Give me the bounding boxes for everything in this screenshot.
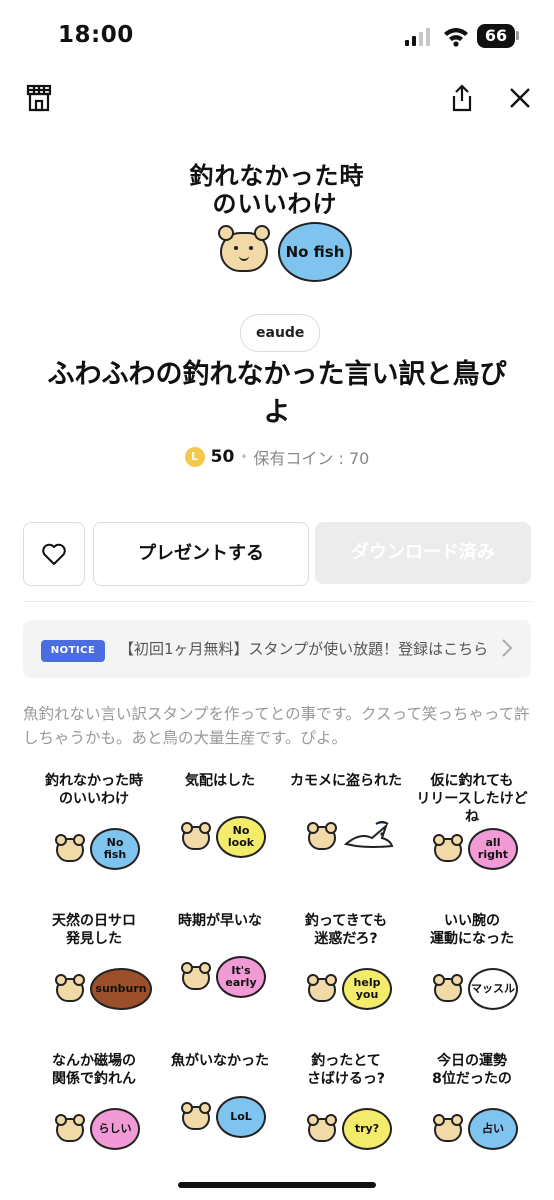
speech-bubble: sunburn: [90, 968, 152, 1010]
hero-bubble-text: No fish: [285, 242, 345, 261]
bear-icon: [181, 822, 211, 850]
divider: [23, 601, 531, 602]
shop-icon[interactable]: [21, 80, 57, 116]
speech-bubble: all right: [468, 828, 518, 870]
owned-coins: 保有コイン : 70: [253, 449, 370, 468]
sticker-item[interactable]: カモメに盗られた: [284, 770, 408, 890]
battery-nub: [516, 31, 519, 40]
notice-text: 【初回1ヶ月無料】スタンプが使い放題！登録はこちら: [119, 640, 489, 658]
notice-banner[interactable]: NOTICE 【初回1ヶ月無料】スタンプが使い放題！登録はこちら: [23, 620, 531, 678]
speech-bubble: try?: [342, 1108, 392, 1150]
hero-line2: のいいわけ: [212, 190, 338, 218]
speech-bubble: LoL: [216, 1096, 266, 1138]
favorite-button[interactable]: [23, 522, 85, 586]
cellular-signal-icon: [405, 28, 433, 50]
sticker-caption: なんか磁場の 関係で釣れん: [52, 1053, 136, 1087]
downloaded-button: ダウンロード済み: [315, 522, 531, 584]
sticker-caption: カモメに盗られた: [290, 773, 402, 789]
chevron-right-icon: [501, 638, 513, 662]
sticker-caption: いい腕の 運動になった: [430, 913, 514, 947]
speech-bubble: help you: [342, 968, 392, 1010]
sticker-caption: 釣ってきても 迷惑だろ?: [304, 913, 388, 947]
sticker-caption: 今日の運勢 8位だったの: [432, 1053, 512, 1087]
sticker-item[interactable]: 釣ったとて さばけるっ? try?: [284, 1050, 408, 1170]
main-sticker-image[interactable]: 釣れなかった時 のいいわけ No fish: [180, 148, 374, 288]
bear-icon: [55, 1114, 85, 1142]
hero-speech-bubble: No fish: [278, 222, 352, 282]
sticker-caption: 時期が早いな: [178, 913, 262, 929]
bear-icon: [181, 1102, 211, 1130]
bear-icon: [307, 1114, 337, 1142]
package-description: 魚釣れない言い訳スタンプを作ってとの事です。クスって笑っちゃって許しちゃうかも。…: [23, 705, 530, 747]
sticker-caption: 魚がいなかった: [171, 1053, 269, 1069]
speech-bubble: 占い: [468, 1108, 518, 1150]
bear-icon: [307, 822, 337, 850]
share-icon[interactable]: [444, 80, 480, 116]
package-title: ふわふわの釣れなかった言い訳と鳥ぴよ: [47, 359, 507, 428]
sticker-item[interactable]: 天然の日サロ 発見した sunburn: [32, 910, 156, 1030]
sticker-caption: 釣ったとて さばけるっ?: [306, 1053, 386, 1087]
home-indicator: [178, 1182, 376, 1188]
speech-bubble: No look: [216, 816, 266, 858]
speech-bubble: No fish: [90, 828, 140, 870]
sticker-item[interactable]: 釣ってきても 迷惑だろ? help you: [284, 910, 408, 1030]
sticker-item[interactable]: 釣れなかった時 のいいわけ No fish: [32, 770, 156, 890]
heart-icon: [42, 543, 66, 565]
sticker-item[interactable]: 気配はした No look: [158, 770, 282, 890]
sticker-caption: 気配はした: [185, 773, 255, 789]
battery-icon: 66: [477, 24, 515, 48]
sticker-item[interactable]: 時期が早いな It's early: [158, 910, 282, 1030]
bear-icon: [181, 962, 211, 990]
bear-icon: [307, 974, 337, 1002]
line-coin-icon: L: [184, 447, 205, 467]
bear-icon: [55, 974, 85, 1002]
wifi-icon: [443, 25, 469, 51]
sticker-item[interactable]: 魚がいなかった LoL: [158, 1050, 282, 1170]
sticker-item[interactable]: いい腕の 運動になったマッスル: [410, 910, 534, 1030]
speech-bubble: It's early: [216, 956, 266, 998]
sticker-caption: 仮に釣れても リリースしたけどね: [416, 773, 528, 825]
bear-icon: [433, 1114, 463, 1142]
sticker-item[interactable]: 仮に釣れても リリースしたけどね all right: [410, 770, 534, 890]
separator-dot: •: [240, 450, 248, 464]
author-chip[interactable]: eaude: [240, 314, 321, 352]
bear-icon: [433, 834, 463, 862]
bear-icon: [433, 974, 463, 1002]
close-icon[interactable]: [502, 80, 538, 116]
seagull-icon: [342, 818, 394, 856]
gift-button[interactable]: プレゼントする: [93, 522, 309, 586]
status-time: 18:00: [58, 22, 134, 48]
notice-badge: NOTICE: [41, 640, 105, 662]
sticker-caption: 天然の日サロ 発見した: [52, 913, 136, 947]
sticker-item[interactable]: なんか磁場の 関係で釣れんらしい: [32, 1050, 156, 1170]
speech-bubble: マッスル: [468, 968, 518, 1010]
bear-icon: [55, 834, 85, 862]
sticker-item[interactable]: 今日の運勢 8位だったの占い: [410, 1050, 534, 1170]
speech-bubble: らしい: [90, 1108, 140, 1150]
price-value: 50: [210, 447, 235, 467]
price-row: L 50 • 保有コイン : 70: [150, 444, 404, 470]
bear-face-icon: [218, 225, 270, 272]
sticker-caption: 釣れなかった時 のいいわけ: [45, 773, 143, 807]
